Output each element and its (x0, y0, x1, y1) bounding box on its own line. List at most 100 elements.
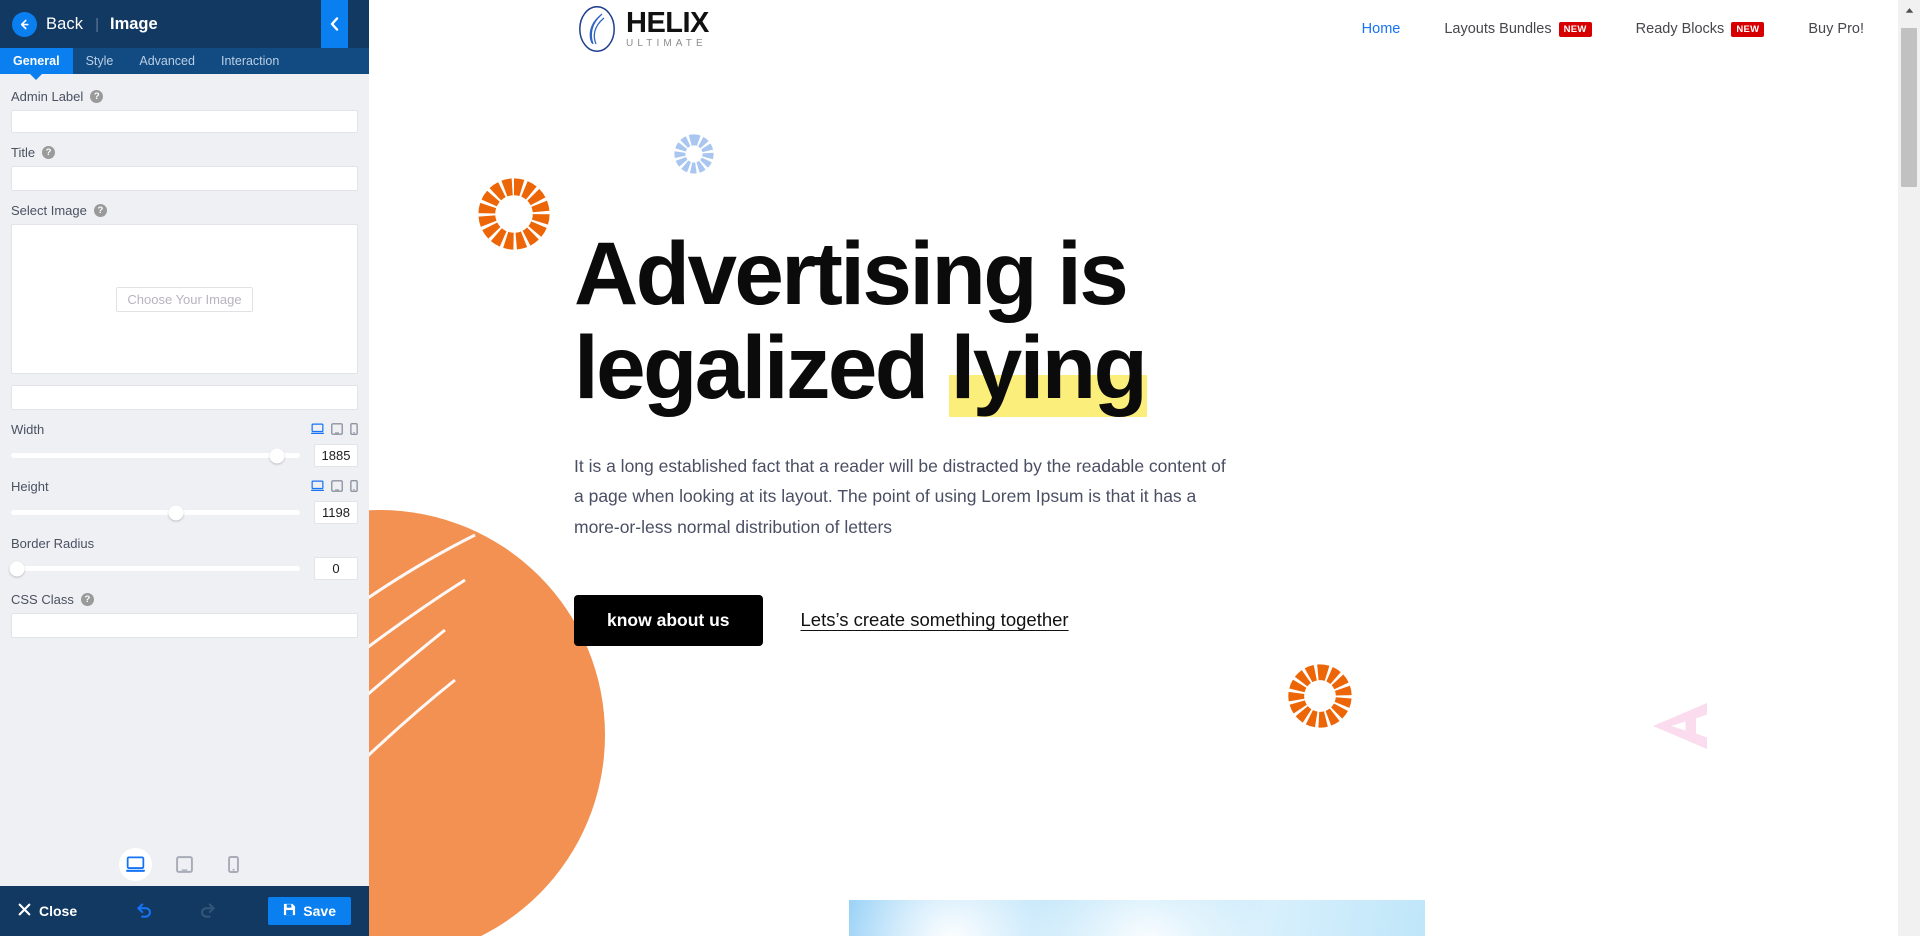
back-button[interactable]: Back (12, 11, 84, 37)
border-radius-slider[interactable] (9, 560, 300, 578)
logo-name: HELIX (626, 7, 709, 39)
admin-label-label: Admin Label (11, 88, 84, 104)
helix-leaf-icon (577, 5, 619, 53)
hero-paragraph: It is a long established fact that a rea… (574, 455, 1226, 537)
nav-item-buy-pro[interactable]: Buy Pro! (1786, 21, 1886, 37)
border-radius-slider-track (11, 566, 300, 571)
height-slider-knob[interactable] (168, 505, 184, 520)
preview-desktop-icon[interactable] (119, 847, 152, 881)
hero-actions: know about us Lets’s create something to… (574, 594, 1920, 646)
create-something-together-link[interactable]: Lets’s create something together (801, 609, 1069, 631)
tab-interaction[interactable]: Interaction (208, 48, 292, 74)
height-slider-row (11, 501, 358, 524)
back-arrow-icon (12, 11, 37, 37)
width-slider-knob[interactable] (269, 448, 285, 463)
height-slider[interactable] (11, 504, 300, 522)
border-radius-label: Border Radius (11, 535, 95, 551)
field-css-class: CSS Class ? (11, 591, 358, 638)
page-builder-screen: Back | Image General Style Advanced Inte… (0, 0, 1920, 936)
close-button[interactable]: Close (18, 903, 77, 919)
width-label-row: Width (11, 421, 358, 437)
tablet-icon[interactable] (331, 423, 343, 435)
sidebar-header: Back | Image (0, 0, 369, 48)
back-label: Back (46, 14, 84, 33)
page-scrollbar[interactable] (1898, 0, 1920, 936)
height-value-input[interactable] (314, 501, 358, 524)
field-select-image: Select Image ? Choose Your Image (11, 202, 358, 374)
preview-tablet-icon[interactable] (168, 848, 201, 881)
help-icon[interactable]: ? (80, 592, 94, 606)
letter-a-pink (1647, 693, 1713, 764)
nav-label: Home (1361, 21, 1401, 37)
scroll-up-arrow-icon[interactable] (1898, 0, 1920, 20)
height-device-switcher (311, 480, 358, 492)
save-label: Save (303, 903, 336, 919)
collapse-sidebar-button[interactable] (321, 0, 348, 48)
redo-button[interactable] (200, 902, 217, 920)
hero-section: Advertising is legalized lying It is a l… (369, 58, 1920, 646)
page-scrollbar-thumb[interactable] (1901, 28, 1917, 188)
undo-button[interactable] (135, 902, 152, 920)
desktop-icon[interactable] (311, 423, 324, 435)
sidebar-footer: Close Save (0, 886, 369, 936)
image-alt-input[interactable] (11, 385, 358, 410)
nav-item-ready-blocks[interactable]: Ready Blocks NEW (1614, 21, 1787, 37)
title-input[interactable] (11, 166, 358, 191)
field-image-alt (11, 385, 358, 410)
site-logo[interactable]: HELIX ULTIMATE (577, 5, 709, 53)
border-radius-value-input[interactable] (314, 557, 358, 580)
settings-form: Admin Label ? Title ? Select Image ? Cho… (0, 74, 369, 842)
field-height: Height (11, 478, 358, 524)
nav-item-layouts-bundles[interactable]: Layouts Bundles NEW (1422, 21, 1613, 37)
site-header: HELIX ULTIMATE Home Layouts Bundles NEW … (369, 0, 1920, 58)
tab-general[interactable]: General (0, 48, 73, 74)
chevron-left-icon (329, 17, 340, 31)
mobile-icon[interactable] (350, 423, 358, 435)
css-class-input[interactable] (11, 613, 358, 638)
hero-title: Advertising is legalized lying (574, 226, 1334, 418)
settings-tabbar: General Style Advanced Interaction (0, 48, 369, 74)
element-title: Image (110, 14, 158, 33)
help-icon[interactable]: ? (93, 203, 107, 217)
width-label: Width (11, 421, 45, 437)
preview-mobile-icon[interactable] (217, 848, 250, 881)
height-label-row: Height (11, 478, 358, 494)
border-radius-slider-knob[interactable] (9, 561, 25, 576)
width-slider-track (11, 453, 300, 458)
field-border-radius: Border Radius (9, 535, 358, 580)
select-image-label-row: Select Image ? (11, 202, 358, 218)
border-radius-label-row: Border Radius (11, 535, 358, 551)
help-icon[interactable]: ? (42, 145, 56, 159)
builder-settings-sidebar: Back | Image General Style Advanced Inte… (0, 0, 369, 936)
logo-wordmark: HELIX ULTIMATE (626, 9, 709, 49)
hero-title-highlight: lying (948, 317, 1148, 418)
border-radius-slider-row (9, 557, 358, 580)
choose-image-button[interactable]: Choose Your Image (116, 286, 253, 312)
tab-advanced[interactable]: Advanced (126, 48, 208, 74)
mobile-icon[interactable] (350, 480, 358, 492)
tab-style[interactable]: Style (73, 48, 127, 74)
tablet-icon[interactable] (331, 480, 343, 492)
field-title: Title ? (11, 144, 358, 191)
admin-label-input[interactable] (11, 110, 358, 133)
desktop-icon[interactable] (311, 480, 324, 492)
nav-label: Buy Pro! (1808, 21, 1864, 37)
sky-clouds-strip (849, 900, 1425, 936)
field-admin-label: Admin Label ? (11, 88, 358, 133)
width-value-input[interactable] (314, 444, 358, 467)
nav-item-home[interactable]: Home (1340, 21, 1423, 37)
save-button[interactable]: Save (268, 897, 351, 925)
new-badge: NEW (1731, 21, 1765, 37)
width-slider[interactable] (11, 447, 300, 465)
height-slider-track (11, 510, 300, 515)
image-dropzone[interactable]: Choose Your Image (11, 224, 358, 374)
width-slider-row (11, 444, 358, 467)
segmented-ring-orange-mid (1284, 660, 1356, 737)
close-label: Close (39, 903, 78, 919)
css-class-label: CSS Class (11, 591, 74, 607)
know-about-us-button[interactable]: know about us (574, 594, 763, 646)
help-icon[interactable]: ? (90, 89, 104, 103)
nav-label: Ready Blocks (1635, 21, 1725, 37)
responsive-preview-switcher (0, 842, 369, 886)
floppy-disk-icon (283, 903, 296, 919)
